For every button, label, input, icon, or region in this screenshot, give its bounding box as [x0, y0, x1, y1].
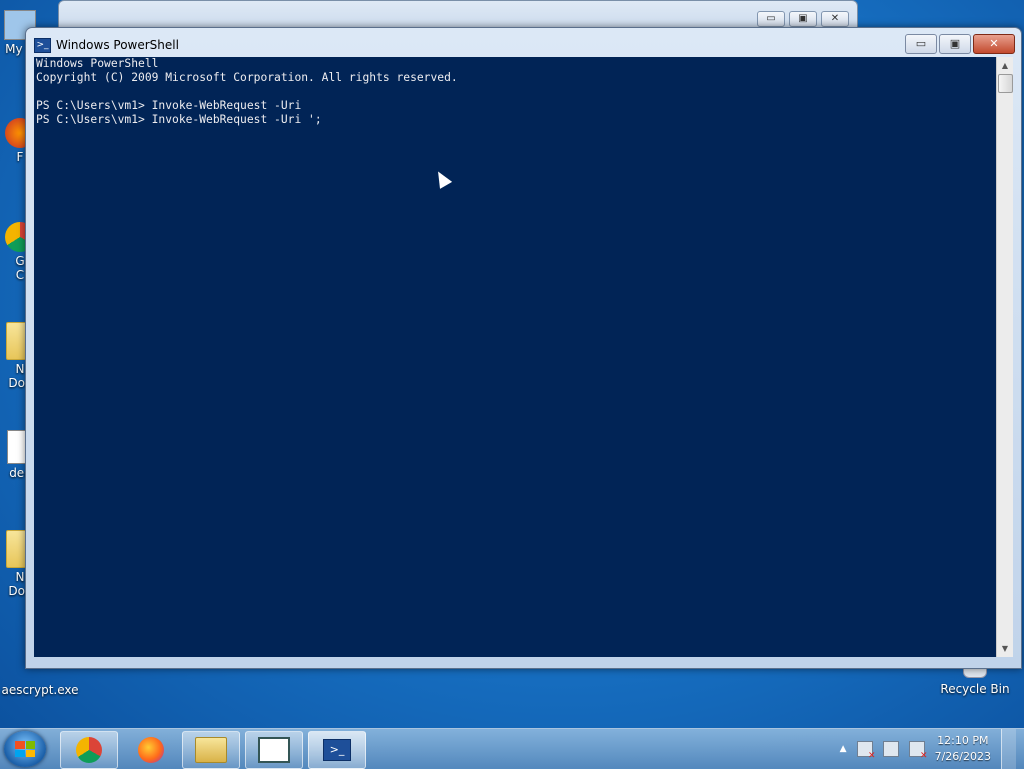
chrome-icon	[76, 737, 102, 763]
network-icon[interactable]	[882, 741, 899, 757]
taskbar: >_ ▲ 12:10 PM 7/26/2023	[0, 728, 1024, 769]
system-tray: ▲ 12:10 PM 7/26/2023	[840, 729, 1016, 769]
action-center-icon[interactable]	[856, 741, 876, 761]
console-line: Copyright (C) 2009 Microsoft Corporation…	[36, 71, 458, 84]
console-output[interactable]: Windows PowerShell Copyright (C) 2009 Mi…	[34, 57, 996, 657]
show-desktop-button[interactable]	[1001, 729, 1016, 769]
taskbar-explorer[interactable]	[182, 731, 240, 769]
console-line: PS C:\Users\vm1> Invoke-WebRequest -Uri …	[36, 113, 322, 126]
minimize-button[interactable]: ▭	[905, 34, 937, 54]
maximize-button[interactable]: ▣	[789, 11, 817, 27]
windows-logo-icon	[15, 741, 35, 757]
show-hidden-icons-button[interactable]: ▲	[840, 744, 847, 754]
taskbar-firefox[interactable]	[122, 731, 180, 769]
powershell-icon: >_	[34, 37, 51, 53]
minimize-button[interactable]: ▭	[757, 11, 785, 27]
close-button[interactable]: ✕	[973, 34, 1015, 54]
close-button[interactable]: ✕	[821, 11, 849, 27]
window-title: Windows PowerShell	[56, 38, 179, 52]
clock[interactable]: 12:10 PM 7/26/2023	[935, 733, 991, 765]
explorer-icon	[195, 737, 227, 763]
scroll-up-button[interactable]: ▲	[997, 57, 1013, 74]
scroll-thumb[interactable]	[997, 74, 1013, 93]
maximize-button[interactable]: ▣	[939, 34, 971, 54]
clock-date: 7/26/2023	[934, 750, 991, 763]
powershell-window: >_ Windows PowerShell ▭ ▣ ✕ Windows Powe…	[25, 27, 1022, 669]
desktop-icon-aescrypt[interactable]: aescrypt.exe	[0, 683, 80, 697]
notepad-icon	[258, 737, 290, 763]
desktop-icon-label: Recycle Bin	[940, 682, 1010, 696]
desktop-icon-label: aescrypt.exe	[1, 683, 79, 697]
clock-time: 12:10 PM	[937, 734, 989, 747]
taskbar-powershell[interactable]: >_	[308, 731, 366, 769]
window-titlebar[interactable]: >_ Windows PowerShell	[34, 35, 179, 55]
taskbar-chrome[interactable]	[60, 731, 118, 769]
console-line: Windows PowerShell	[36, 57, 159, 70]
vertical-scrollbar[interactable]: ▲ ▼	[996, 57, 1013, 657]
volume-muted-icon[interactable]	[908, 741, 928, 761]
desktop-icon-recycle-bin[interactable]: Recycle Bin	[935, 666, 1015, 696]
start-button[interactable]	[4, 731, 46, 767]
powershell-icon: >_	[323, 739, 351, 761]
taskbar-notepad[interactable]	[245, 731, 303, 769]
console-line	[34, 85, 996, 99]
scroll-down-button[interactable]: ▼	[997, 640, 1013, 657]
console-line: PS C:\Users\vm1> Invoke-WebRequest -Uri	[36, 99, 302, 112]
firefox-icon	[138, 737, 164, 763]
